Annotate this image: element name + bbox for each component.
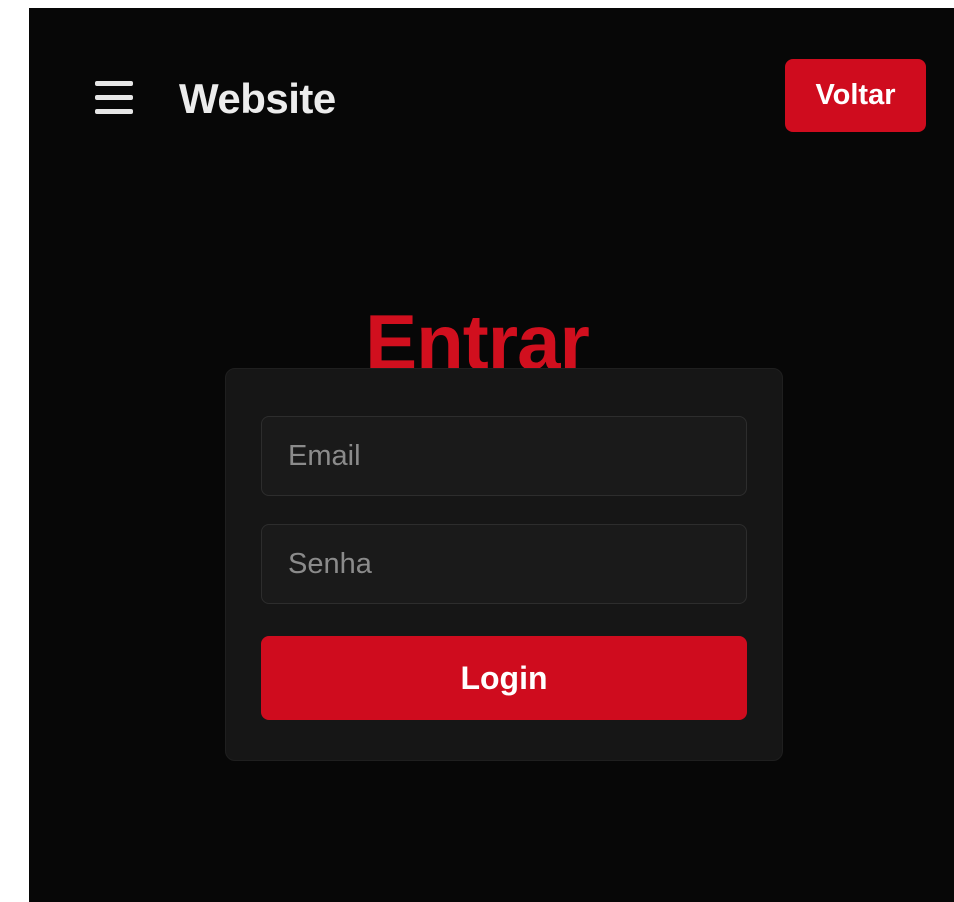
back-button[interactable]: Voltar (785, 59, 926, 132)
menu-bar-bottom (95, 109, 133, 114)
email-input[interactable] (261, 416, 747, 496)
top-navigation-bar: Website Voltar (29, 8, 954, 188)
password-input[interactable] (261, 524, 747, 604)
page-frame: Website Voltar Entrar Login (29, 8, 954, 902)
menu-bar-middle (95, 95, 133, 100)
login-button[interactable]: Login (261, 636, 747, 720)
login-card: Login (225, 368, 783, 761)
site-brand: Website (179, 75, 336, 122)
menu-bar-top (95, 81, 133, 86)
hamburger-menu-icon[interactable] (95, 81, 133, 115)
